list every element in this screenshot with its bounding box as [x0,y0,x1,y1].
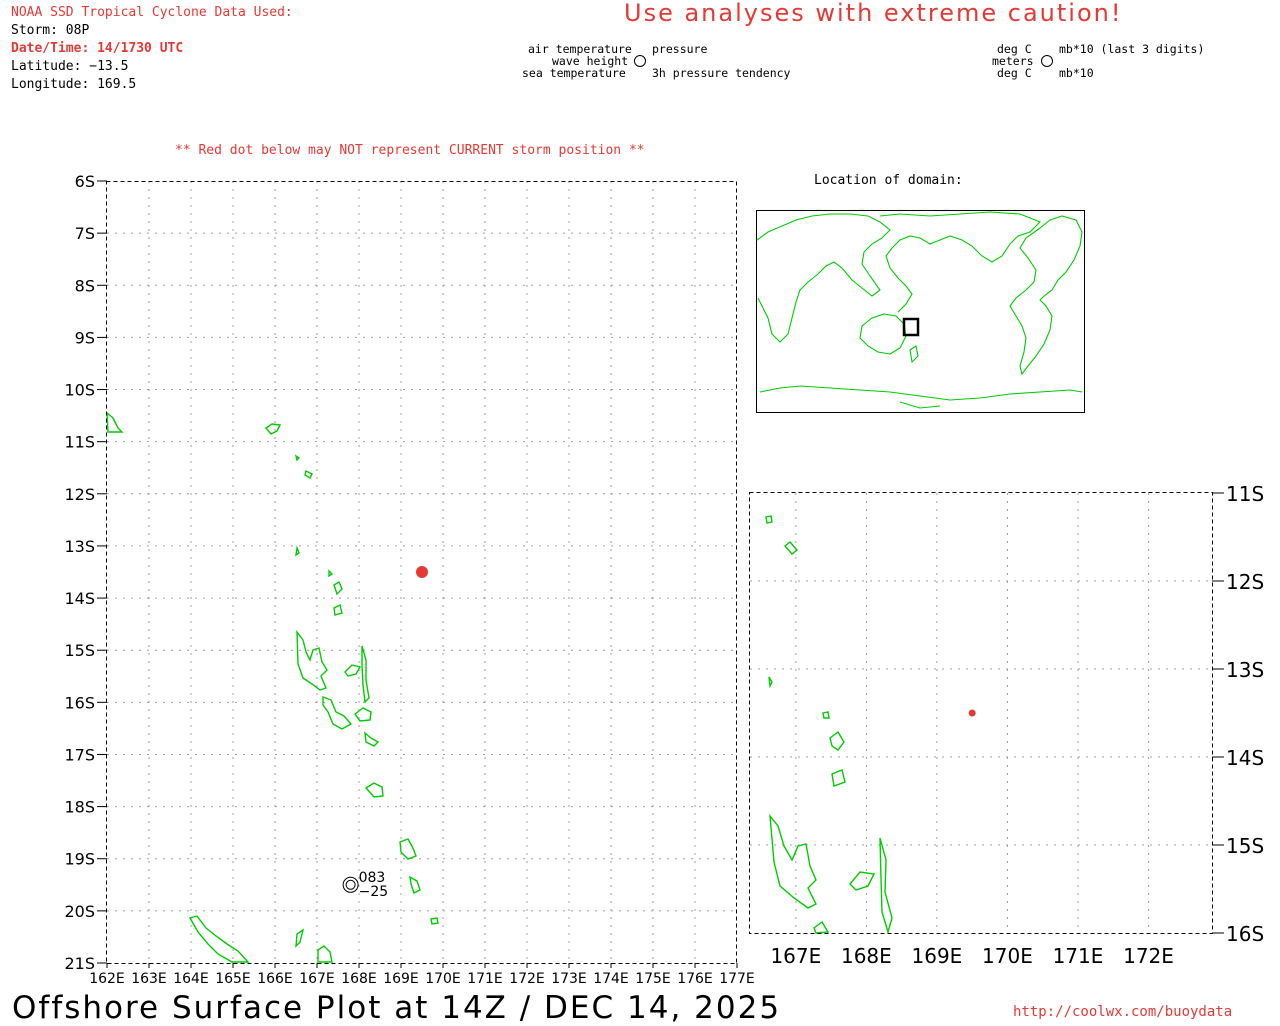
coast-solomon-islands [106,411,124,433]
inset-lon-label: 167E [770,944,821,968]
coast-epi [364,731,380,747]
inset-map: 11S12S13S14S15S16S 167E 168E 169E 170E 171E 1… [749,482,1264,968]
main-lat-label: 7S [75,224,95,243]
main-lon-label: 174E [593,971,629,987]
coast-ambrym [354,707,372,722]
source-url-link[interactable]: http://coolwx.com/buoydata [1013,1004,1232,1020]
main-lon-label: 165E [215,971,251,987]
main-lat-label: 8S [75,276,95,295]
coast-islet [822,711,830,719]
inset-lat-label: 11S [1226,482,1264,506]
coast-espiritu-santo [769,813,817,909]
coast-tanna [409,875,421,894]
main-map: 6S 7S 8S 9S 10S 11S 12S 13S 14S 15S 16S 17S 18S 19S 20… [64,172,754,987]
inset-map-longitude-labels: 167E 168E 169E 170E 171E 172E [770,944,1173,968]
inset-map-frame [749,492,1213,934]
coast-loyalty-islands [295,928,305,948]
station-circle-icon [342,876,359,893]
station-observation: 083 −25 [342,870,389,900]
main-lon-label: 168E [341,971,377,987]
station-inner-circle-icon [345,879,356,890]
main-lat-label: 20S [64,902,95,921]
main-lon-label: 171E [467,971,503,987]
station-pressure-tendency-value: −25 [359,884,389,900]
main-lon-label: 164E [173,971,209,987]
locator-map-frame [756,210,1085,413]
coast-banks-islands [333,580,343,596]
inset-lon-label: 171E [1053,944,1104,968]
coast-maewo-pentecost [361,645,370,704]
main-lat-label: 14S [64,589,95,608]
main-lat-label: 15S [64,641,95,660]
plot-title: Offshore Surface Plot at 14Z / DEC 14, 2… [12,990,782,1026]
main-lat-label: 12S [64,485,95,504]
coast-malakula [322,695,353,730]
main-lon-label: 175E [635,971,671,987]
main-lat-label: 9S [75,328,95,347]
storm-position-marker [416,566,428,578]
inset-lon-label: 168E [841,944,892,968]
main-map-coastlines [106,411,439,963]
coast-ambae [849,871,876,891]
main-map-longitude-labels: 162E 163E 164E 165E 166E 167E 168E 169E 170E 171E… [89,963,755,987]
coast-islet [765,515,773,524]
main-lon-label: 166E [257,971,293,987]
main-lat-label: 19S [64,850,95,869]
coast-banks-islands [333,603,343,616]
legend-unit-circle-icon [1041,55,1053,67]
locator-map [756,210,1085,413]
inset-lat-label: 15S [1226,834,1264,858]
main-lat-label: 17S [64,745,95,764]
main-map-latitude-labels: 6S 7S 8S 9S 10S 11S 12S 13S 14S 15S 16S 17S 18S 19S 20… [64,172,107,973]
inset-lon-label: 169E [912,944,963,968]
main-lon-label: 162E [89,971,125,987]
main-lon-label: 177E [719,971,755,987]
main-lat-label: 18S [64,798,95,817]
inset-map-latitude-labels: 11S 12S 13S 14S 15S 16S [1212,482,1264,946]
coast-espiritu-santo [296,629,328,691]
coast-banks-islands [831,769,846,787]
coast-islet [328,569,334,578]
inset-lon-label: 172E [1123,944,1174,968]
coast-loyalty-islands [317,945,333,963]
inset-lon-label: 170E [982,944,1033,968]
inset-lat-label: 13S [1226,658,1264,682]
main-lon-label: 173E [551,971,587,987]
inset-lat-label: 12S [1226,570,1264,594]
main-lon-label: 172E [509,971,545,987]
main-lon-label: 167E [299,971,335,987]
coast-banks-islands [829,730,845,751]
coast-malakula [813,920,830,934]
coast-new-caledonia [188,915,250,963]
coast-aneityum [430,917,439,925]
inset-map-grid [750,493,1212,933]
inset-lat-label: 14S [1226,746,1264,770]
inset-storm-position-marker [968,709,976,717]
coast-erromango [399,838,417,860]
coast-islet [294,454,301,462]
map-canvas: 6S 7S 8S 9S 10S 11S 12S 13S 14S 15S 16S 17S 18S 19S 20… [64,55,1264,987]
coast-maewo-pentecost [879,837,893,935]
inset-lat-label: 16S [1226,922,1264,946]
coast-islet [304,469,313,479]
main-lon-label: 163E [131,971,167,987]
coast-islet [295,545,300,557]
coast-islet [783,541,799,555]
main-lat-label: 6S [75,172,95,191]
main-lat-label: 11S [64,433,95,452]
main-lon-label: 176E [677,971,713,987]
main-lat-label: 13S [64,537,95,556]
coast-efate [364,782,384,798]
coast-santa-cruz [264,423,282,435]
coast-ambae [344,664,362,677]
legend-station-circle-icon [634,55,646,67]
main-lat-label: 16S [64,693,95,712]
main-lon-label: 170E [425,971,461,987]
main-lat-label: 10S [64,381,95,400]
main-lon-label: 169E [383,971,419,987]
coast-islet [768,676,773,689]
inset-map-coastlines [765,515,893,935]
